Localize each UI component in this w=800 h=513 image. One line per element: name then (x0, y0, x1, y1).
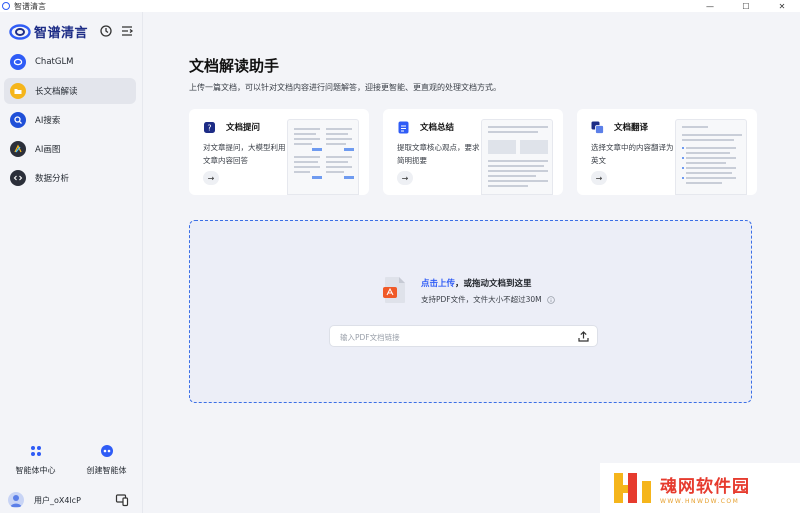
history-icon[interactable] (99, 24, 113, 38)
sidebar-bottom: 智能体中心 创建智能体 (0, 444, 143, 476)
card-doc-translate[interactable]: 文档翻译 选择文章中的内容翻译为英文 → (577, 109, 757, 195)
card-doc-summary[interactable]: 文档总结 提取文章核心观点，要求简明扼要 → (383, 109, 563, 195)
close-button[interactable]: ✕ (764, 0, 800, 12)
avatar[interactable] (8, 492, 24, 508)
user-profile[interactable]: 用户_oX4lcP (8, 490, 135, 510)
doc-summary-icon (398, 121, 409, 134)
sidebar-item-label: ChatGLM (35, 57, 74, 67)
chatglm-icon (10, 54, 26, 70)
card-preview-image (675, 119, 747, 195)
brand-logo-icon (9, 23, 31, 40)
app-logo-icon (2, 2, 10, 10)
brand[interactable]: 智谱清言 (9, 22, 88, 41)
card-description: 选择文章中的内容翻译为英文 (591, 143, 674, 165)
ai-draw-icon (10, 141, 26, 157)
translate-icon (591, 121, 604, 134)
sidebar-item-label: 数据分析 (35, 174, 70, 184)
watermark-logo-icon (614, 473, 651, 503)
sidebar-item-long-doc[interactable]: 长文档解读 (4, 78, 136, 104)
card-title: 文档翻译 (614, 123, 649, 133)
sidebar-item-label: 长文档解读 (35, 87, 78, 97)
arrow-right-icon[interactable]: → (591, 171, 607, 185)
agent-center-button[interactable]: 智能体中心 (0, 444, 71, 476)
sidebar-item-ai-draw[interactable]: AI画图 (4, 136, 136, 162)
card-preview-image (481, 119, 553, 195)
card-description: 对文章提问，大模型利用文章内容回答 (203, 143, 286, 165)
page-subtitle: 上传一篇文档，可以针对文档内容进行问题解答，迎接更智能、更直观的处理文档方式。 (189, 83, 501, 92)
click-upload-link[interactable]: 点击上传 (421, 279, 455, 289)
upload-icon[interactable] (577, 330, 590, 343)
window-controls: — ☐ ✕ (692, 0, 800, 12)
card-title: 文档提问 (226, 123, 261, 133)
sidebar-item-ai-search[interactable]: AI搜索 (4, 107, 136, 133)
upload-dropzone[interactable]: 点击上传，或拖动文档到这里 支持PDF文件，文件大小不超过30M (189, 220, 752, 403)
watermark-text: 魂网软件园 WWW.HNWDW.COM (660, 472, 750, 505)
pdf-url-input[interactable] (340, 330, 560, 344)
user-avatar-icon (10, 495, 22, 507)
card-doc-qa[interactable]: ? 文档提问 对文章提问，大模型利用文章内容回答 → (189, 109, 369, 195)
svg-text:?: ? (207, 124, 211, 133)
watermark-title: 魂网软件园 (660, 476, 750, 497)
drag-instruction-text: ，或拖动文档到这里 (455, 279, 532, 289)
upload-instruction: 点击上传，或拖动文档到这里 (421, 277, 532, 289)
create-agent-icon (100, 445, 113, 457)
page-title: 文档解读助手 (189, 57, 280, 75)
window-title: 智谱清言 (14, 1, 46, 11)
maximize-button[interactable]: ☐ (728, 0, 764, 12)
minimize-button[interactable]: — (692, 0, 728, 12)
watermark-url: WWW.HNWDW.COM (660, 497, 740, 505)
main-content: 文档解读助手 上传一篇文档，可以针对文档内容进行问题解答，迎接更智能、更直观的处… (143, 12, 800, 513)
grid-dots-icon (30, 446, 41, 456)
sidebar-item-data-analysis[interactable]: 数据分析 (4, 165, 136, 191)
create-agent-button[interactable]: 创建智能体 (71, 444, 142, 476)
brand-name: 智谱清言 (34, 26, 89, 41)
title-bar: 智谱清言 — ☐ ✕ (0, 0, 800, 12)
sidebar-item-chatglm[interactable]: ChatGLM (4, 49, 136, 75)
username: 用户_oX4lcP (34, 495, 81, 505)
collapse-sidebar-icon[interactable] (120, 24, 134, 38)
upload-hint: 支持PDF文件，文件大小不超过30M (421, 294, 555, 305)
card-preview-image (287, 119, 359, 195)
ai-search-icon (10, 112, 26, 128)
doc-question-icon: ? (204, 122, 215, 133)
arrow-right-icon[interactable]: → (397, 171, 413, 185)
watermark: 魂网软件园 WWW.HNWDW.COM (600, 463, 800, 513)
info-icon[interactable] (546, 295, 555, 304)
create-agent-label: 创建智能体 (86, 466, 127, 475)
pdf-file-icon (383, 277, 405, 303)
pdf-url-field[interactable] (329, 325, 598, 347)
arrow-right-icon[interactable]: → (203, 171, 219, 185)
code-icon (10, 170, 26, 186)
sidebar: 智谱清言 ChatGLM 长文档解读 AI搜索 AI画图 数据分析 智能体中心 … (0, 12, 143, 513)
sidebar-item-label: AI画图 (35, 145, 61, 155)
sidebar-item-label: AI搜索 (35, 116, 61, 126)
card-description: 提取文章核心观点，要求简明扼要 (397, 143, 480, 165)
sidebar-nav: ChatGLM 长文档解读 AI搜索 AI画图 数据分析 (4, 49, 136, 194)
device-switch-icon[interactable] (115, 493, 129, 507)
upload-hint-text: 支持PDF文件，文件大小不超过30M (421, 295, 542, 304)
folder-icon (10, 83, 26, 99)
agent-center-label: 智能体中心 (15, 466, 56, 475)
card-title: 文档总结 (420, 123, 455, 133)
